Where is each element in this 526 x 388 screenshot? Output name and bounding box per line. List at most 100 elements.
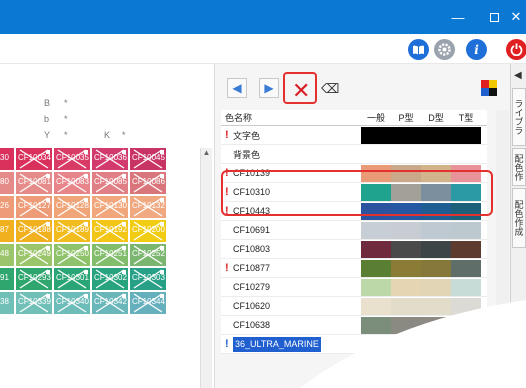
color-sample-cell: [451, 221, 481, 239]
swatch-marker: [46, 222, 50, 226]
swatch-cell[interactable]: CF10128: [54, 196, 90, 218]
warning-icon: !: [225, 262, 229, 274]
swatch-cell[interactable]: CF10303: [130, 268, 166, 290]
swatch-marker: [122, 246, 126, 250]
swatch-label: CF10130: [94, 201, 127, 210]
table-scrollbar[interactable]: [496, 110, 509, 330]
swatch-cell[interactable]: CF10085: [92, 172, 128, 194]
swatch-cell[interactable]: CF10045: [130, 148, 166, 170]
table-row[interactable]: ! 36_ULTRA_MARINE: [221, 335, 487, 354]
swatch-cell[interactable]: CF10250: [54, 244, 90, 266]
table-row[interactable]: 背景色: [221, 145, 487, 164]
swatch-cell[interactable]: CF10302: [92, 268, 128, 290]
swatch-cell[interactable]: CF10340: [54, 292, 90, 314]
swatch-label: CF10200: [132, 225, 165, 234]
book-icon[interactable]: [408, 39, 429, 60]
swatch-marker: [160, 246, 164, 250]
swatch-cell[interactable]: CF10251: [92, 244, 128, 266]
table-row[interactable]: ! CF10877: [221, 259, 487, 278]
gear-icon[interactable]: [434, 39, 455, 60]
swatch-marker: [84, 150, 88, 154]
palette-scrollbar[interactable]: ▲: [200, 148, 212, 388]
swatch-lead[interactable]: 38: [0, 292, 14, 314]
swatch-cell[interactable]: CF10192: [92, 220, 128, 242]
power-icon[interactable]: [506, 39, 526, 60]
swatch-row: 48 CF10249 CF10250 CF10251 CF10252: [0, 244, 200, 266]
close-button[interactable]: ✕: [506, 0, 526, 34]
tab-library[interactable]: ライブラ: [512, 88, 526, 146]
swatch-cell[interactable]: CF10132: [130, 196, 166, 218]
main-toolbar: i: [0, 34, 526, 64]
ruler-mark: *: [64, 114, 68, 124]
swatch-label: CF10132: [132, 201, 165, 210]
swatch-cell[interactable]: CF10189: [54, 220, 90, 242]
tab-color-scheme[interactable]: 配色作成: [512, 188, 526, 248]
color-sample-cell: [361, 278, 391, 296]
swatch-cell[interactable]: CF10127: [16, 196, 52, 218]
swatch-cell[interactable]: CF10083: [54, 172, 90, 194]
swatch-grid: 30 CF10034 CF10035 CF10036 CF10045 80 CF10081 C…: [0, 148, 200, 316]
ruler-label: Y: [44, 130, 51, 140]
swatch-row: 26 CF10127 CF10128 CF10130 CF10132: [0, 196, 200, 218]
swatch-cell[interactable]: CF10293: [16, 268, 52, 290]
table-row[interactable]: CF10803: [221, 240, 487, 259]
color-sample-cell: [391, 278, 421, 296]
table-row[interactable]: ! 文字色: [221, 126, 487, 145]
swatch-marker: [122, 150, 126, 154]
swatch-label: CF10340: [56, 297, 89, 306]
swatch-marker: [160, 174, 164, 178]
next-button[interactable]: ▶: [259, 78, 279, 98]
swatch-label: CF10344: [132, 297, 165, 306]
swatch-cell[interactable]: CF10086: [130, 172, 166, 194]
info-icon[interactable]: i: [466, 39, 487, 60]
color-name: CF10691: [233, 225, 271, 235]
swatch-cell[interactable]: CF10339: [16, 292, 52, 314]
swatch-cell[interactable]: CF10188: [16, 220, 52, 242]
swatch-cell[interactable]: CF10130: [92, 196, 128, 218]
eraser-icon[interactable]: ⌫: [321, 81, 339, 97]
swatch-cell[interactable]: CF10342: [92, 292, 128, 314]
swatch-cell[interactable]: CF10249: [16, 244, 52, 266]
swatch-lead[interactable]: 87: [0, 220, 14, 242]
swatch-cell[interactable]: CF10035: [54, 148, 90, 170]
swatch-row: 38 CF10339 CF10340 CF10342 CF10344: [0, 292, 200, 314]
swatch-lead-label: 30: [0, 153, 9, 162]
palette-icon[interactable]: [481, 80, 497, 96]
swatch-cell[interactable]: CF10200: [130, 220, 166, 242]
swatch-lead[interactable]: 91: [0, 268, 14, 290]
prev-button[interactable]: ◀: [227, 78, 247, 98]
swatch-label: CF10251: [94, 249, 127, 258]
minimize-button[interactable]: —: [440, 0, 476, 34]
table-row[interactable]: CF10638: [221, 316, 487, 335]
swatch-cell[interactable]: CF10034: [16, 148, 52, 170]
swatch-marker: [46, 294, 50, 298]
swatch-marker: [122, 294, 126, 298]
tab-color-create[interactable]: 配色作: [512, 148, 526, 186]
swatch-marker: [46, 270, 50, 274]
table-row[interactable]: CF10691: [221, 221, 487, 240]
table-row[interactable]: CF10279: [221, 278, 487, 297]
swatch-cell[interactable]: CF10344: [130, 292, 166, 314]
color-sample-cell: [391, 297, 421, 315]
swatch-lead[interactable]: 30: [0, 148, 14, 170]
swatch-marker: [160, 198, 164, 202]
swatch-lead[interactable]: 48: [0, 244, 14, 266]
swatch-lead[interactable]: 80: [0, 172, 14, 194]
color-sample-cell: [451, 145, 481, 163]
scroll-up-icon[interactable]: ▲: [201, 148, 212, 157]
swatch-label: CF10086: [132, 177, 165, 186]
swatch-label: CF10035: [56, 153, 89, 162]
swatch-cell[interactable]: CF10252: [130, 244, 166, 266]
swatch-marker: [122, 174, 126, 178]
color-name-cell: ! 文字色: [221, 129, 361, 142]
swatch-cell[interactable]: CF10081: [16, 172, 52, 194]
swatch-marker: [84, 174, 88, 178]
swatch-lead[interactable]: 26: [0, 196, 14, 218]
swatch-row: 91 CF10293 CF10301 CF10302 CF10303: [0, 268, 200, 290]
delete-icon[interactable]: ✕: [292, 78, 310, 104]
table-row[interactable]: CF10620: [221, 297, 487, 316]
swatch-cell[interactable]: CF10036: [92, 148, 128, 170]
swatch-cell[interactable]: CF10301: [54, 268, 90, 290]
collapse-arrow-icon[interactable]: ◀: [514, 70, 522, 81]
ruler-row-b-upper: B *: [0, 98, 214, 112]
